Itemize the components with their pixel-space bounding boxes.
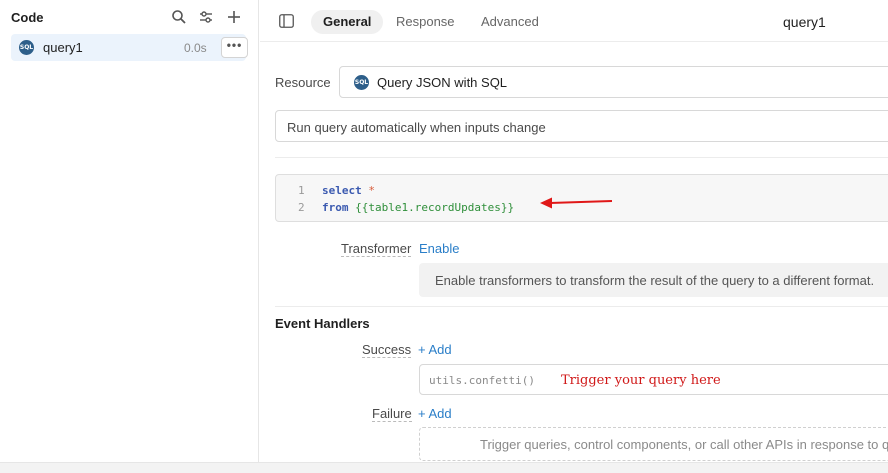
line-number: 2 [298, 201, 305, 214]
search-icon[interactable] [171, 9, 187, 25]
tab-general[interactable]: General [311, 10, 384, 34]
line-number: 1 [298, 184, 305, 197]
code-line-1: select * [322, 184, 375, 197]
code-keyword: select [322, 184, 362, 197]
resource-label: Resource [275, 75, 331, 90]
code-token: * [368, 184, 375, 197]
failure-handler-placeholder[interactable]: Trigger queries, control components, or … [419, 427, 888, 461]
sidebar-title: Code [11, 10, 44, 25]
run-mode-select[interactable]: Run query automatically when inputs chan… [275, 110, 888, 142]
sidebar-header: Code [0, 0, 258, 34]
code-template: {{table1.recordUpdates}} [355, 201, 515, 214]
code-line-2: from {{table1.recordUpdates}} [322, 201, 514, 214]
resource-select[interactable]: SQL Query JSON with SQL [339, 66, 888, 98]
sql-badge-icon: SQL [19, 40, 34, 55]
success-label: Success [362, 342, 412, 358]
code-keyword: from [322, 201, 349, 214]
sql-badge-icon: SQL [354, 75, 369, 90]
failure-label: Failure [372, 406, 412, 422]
more-options-button[interactable]: ••• [221, 37, 248, 58]
query-run-time: 0.0s [184, 41, 207, 55]
add-failure-handler-link[interactable]: + Add [418, 406, 452, 421]
enable-transformer-link[interactable]: Enable [419, 241, 459, 256]
query-list-item[interactable]: SQL query1 0.0s ••• [11, 34, 248, 61]
transformer-label: Transformer [341, 241, 412, 257]
annotation-arrow-icon [538, 196, 614, 210]
divider [275, 157, 888, 158]
transformer-info: Enable transformers to transform the res… [419, 263, 888, 297]
tab-advanced[interactable]: Advanced [469, 10, 551, 34]
event-handlers-title: Event Handlers [275, 316, 370, 331]
query-title[interactable]: query1 [783, 14, 826, 30]
query-name: query1 [43, 40, 83, 55]
plus-icon[interactable] [226, 9, 242, 25]
failure-hint-text: Trigger queries, control components, or … [480, 437, 888, 452]
annotation-text: Trigger your query here [561, 373, 721, 388]
success-handler-code: utils.confetti() [429, 374, 535, 387]
run-mode-value: Run query automatically when inputs chan… [287, 120, 546, 135]
divider [275, 306, 888, 307]
transformer-info-text: Enable transformers to transform the res… [435, 273, 875, 288]
query-editor-panel: General Response Advanced query1 Resourc… [260, 0, 888, 473]
code-sidebar: Code SQL query1 0.0s ••• [0, 0, 259, 473]
bottom-bar [0, 462, 888, 473]
tab-response[interactable]: Response [384, 10, 467, 34]
filter-icon[interactable] [198, 9, 214, 25]
resource-value: Query JSON with SQL [377, 75, 508, 90]
panel-toggle-icon[interactable] [279, 14, 294, 28]
add-success-handler-link[interactable]: + Add [418, 342, 452, 357]
editor-top-bar: General Response Advanced query1 [260, 0, 888, 42]
